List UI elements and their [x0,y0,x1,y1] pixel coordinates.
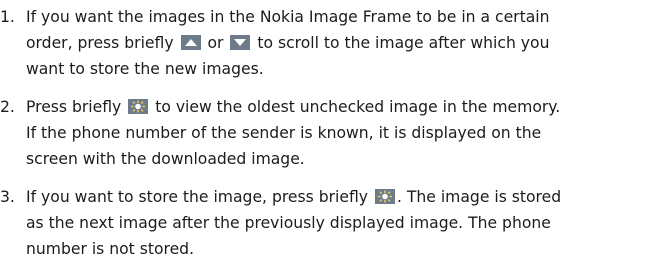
step-text-segment: If you want the images in the Nokia Imag… [26,8,550,26]
scroll-down-icon [230,35,251,50]
step-text-segment: as the next image after the previously d… [26,214,551,232]
step-text-segment: If the phone number of the sender is kno… [26,124,542,142]
step-text-segment: If you want to store the image, press br… [26,188,373,206]
step-text-segment: to scroll to the image after which you [252,34,550,52]
step-text-line: If you want the images in the Nokia Imag… [26,4,549,30]
step-text-line: want to store the new images. [26,56,264,82]
step-text-line: as the next image after the previously d… [26,210,551,236]
step-text-segment: . The image is stored [396,188,562,206]
step-text-segment: number is not stored. [26,240,195,258]
step-number: 1. [0,8,15,26]
step-text-line: Press briefly to view the oldest uncheck… [26,94,560,120]
select-key-icon [374,189,395,204]
step-text-line: order, press briefly or to scroll to the… [26,30,549,56]
step-text-segment: order, press briefly [26,34,179,52]
step-text-line: If the phone number of the sender is kno… [26,120,541,146]
step-text-segment: want to store the new images. [26,60,264,78]
step-text-segment: Press briefly [26,98,127,116]
step-text-segment: screen with the downloaded image. [26,150,305,168]
step-text-segment: to view the oldest unchecked image in th… [150,98,561,116]
step-text-line: screen with the downloaded image. [26,146,305,172]
step-number: 2. [0,98,15,116]
step-text-segment: or [202,34,229,52]
step-number: 3. [0,188,15,206]
step-text-line: number is not stored. [26,236,194,262]
select-key-icon [128,99,149,114]
instruction-document: 1. If you want the images in the Nokia I… [0,0,664,276]
step-text-line: If you want to store the image, press br… [26,184,561,210]
scroll-up-icon [180,35,201,50]
